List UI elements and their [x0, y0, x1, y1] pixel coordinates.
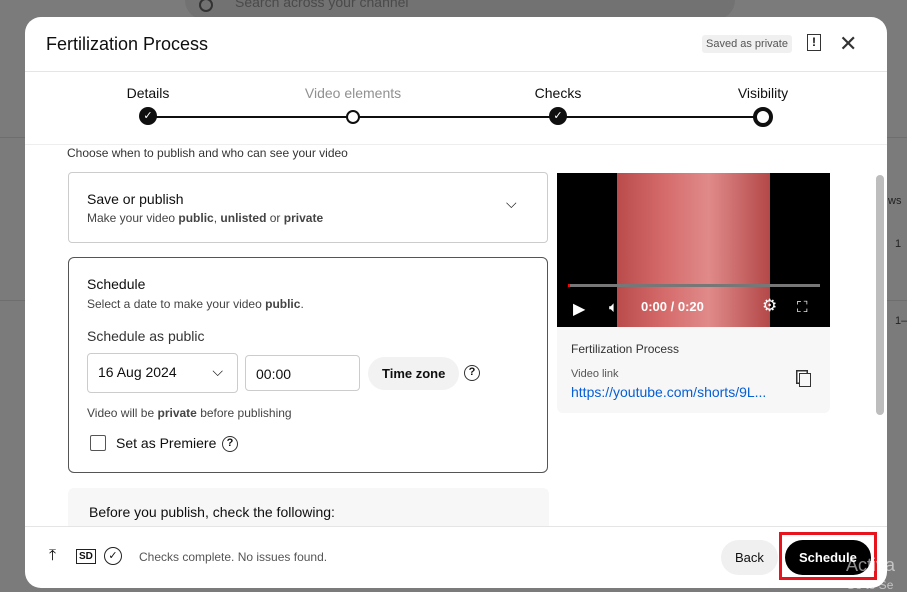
- video-info: Fertilization Process Video link https:/…: [557, 327, 830, 413]
- tab-checks[interactable]: Checks: [498, 85, 618, 101]
- check-circle-icon: ✓: [104, 547, 122, 565]
- video-title: Fertilization Process: [571, 342, 680, 356]
- intro-text: Choose when to publish and who can see y…: [67, 146, 348, 160]
- search-icon: [199, 0, 213, 12]
- gear-icon[interactable]: ⚙: [762, 296, 777, 316]
- checklist-card: Before you publish, check the following:: [68, 488, 549, 526]
- close-icon[interactable]: ✕: [839, 31, 857, 57]
- stepper: Details Video elements Checks Visibility…: [25, 73, 887, 145]
- date-picker[interactable]: 16 Aug 2024 ⌵: [87, 353, 238, 393]
- video-player[interactable]: ▶ 🔈︎ 0:00 / 0:20 ⚙ ⛶: [557, 173, 830, 327]
- video-time: 0:00 / 0:20: [641, 299, 704, 314]
- dialog-title: Fertilization Process: [46, 34, 209, 54]
- help-icon[interactable]: ?: [464, 365, 480, 381]
- chevron-down-icon: ⌵: [212, 363, 223, 379]
- bg-text: 1–: [895, 315, 907, 327]
- back-button[interactable]: Back: [721, 540, 778, 575]
- play-icon[interactable]: ▶: [573, 299, 585, 319]
- saved-badge: Saved as private: [702, 35, 792, 53]
- time-zone-button[interactable]: Time zone: [368, 357, 460, 390]
- watermark: Go to Se: [846, 578, 894, 592]
- watermark: Activa: [846, 555, 896, 575]
- premiere-label: Set as Premiere: [116, 435, 217, 451]
- status-text: Checks complete. No issues found.: [139, 550, 328, 564]
- bg-text: 1: [895, 238, 902, 250]
- scrollbar[interactable]: [876, 175, 884, 415]
- card-subtitle: Select a date to make your video public.: [87, 297, 304, 311]
- video-link-label: Video link: [571, 368, 619, 380]
- bg-text: ws: [888, 195, 902, 207]
- tab-video-elements[interactable]: Video elements: [293, 85, 413, 101]
- premiere-checkbox[interactable]: [90, 435, 106, 451]
- schedule-card: Schedule Select a date to make your vide…: [68, 257, 548, 473]
- step-dot-current[interactable]: [753, 107, 773, 127]
- card-title: Save or publish: [87, 191, 184, 207]
- video-link[interactable]: https://youtube.com/shorts/9L...: [571, 384, 766, 400]
- tab-details[interactable]: Details: [88, 85, 208, 101]
- upload-dialog: Fertilization Process Saved as private !…: [25, 17, 887, 588]
- sd-icon: SD: [76, 549, 96, 564]
- fullscreen-icon[interactable]: ⛶: [797, 299, 808, 316]
- chevron-down-icon[interactable]: ⌵: [506, 195, 517, 212]
- time-input[interactable]: 00:00: [245, 355, 360, 391]
- video-progress-bar[interactable]: [568, 284, 820, 287]
- upload-icon: ⤒: [49, 547, 57, 564]
- schedule-label: Schedule as public: [87, 328, 205, 344]
- volume-icon[interactable]: 🔈︎: [609, 299, 618, 316]
- card-title: Schedule: [87, 276, 146, 292]
- step-dot[interactable]: [346, 110, 360, 124]
- check-icon[interactable]: ✓: [139, 107, 157, 125]
- checklist-title: Before you publish, check the following:: [89, 504, 335, 520]
- tab-visibility[interactable]: Visibility: [703, 85, 823, 101]
- check-icon[interactable]: ✓: [549, 107, 567, 125]
- feedback-icon[interactable]: !: [807, 34, 821, 51]
- copy-icon[interactable]: [799, 373, 811, 387]
- stepper-line: [148, 116, 763, 118]
- schedule-note: Video will be private before publishing: [87, 406, 292, 420]
- save-or-publish-card[interactable]: Save or publish Make your video public, …: [68, 172, 548, 243]
- card-subtitle: Make your video public, unlisted or priv…: [87, 211, 324, 225]
- help-icon[interactable]: ?: [222, 436, 238, 452]
